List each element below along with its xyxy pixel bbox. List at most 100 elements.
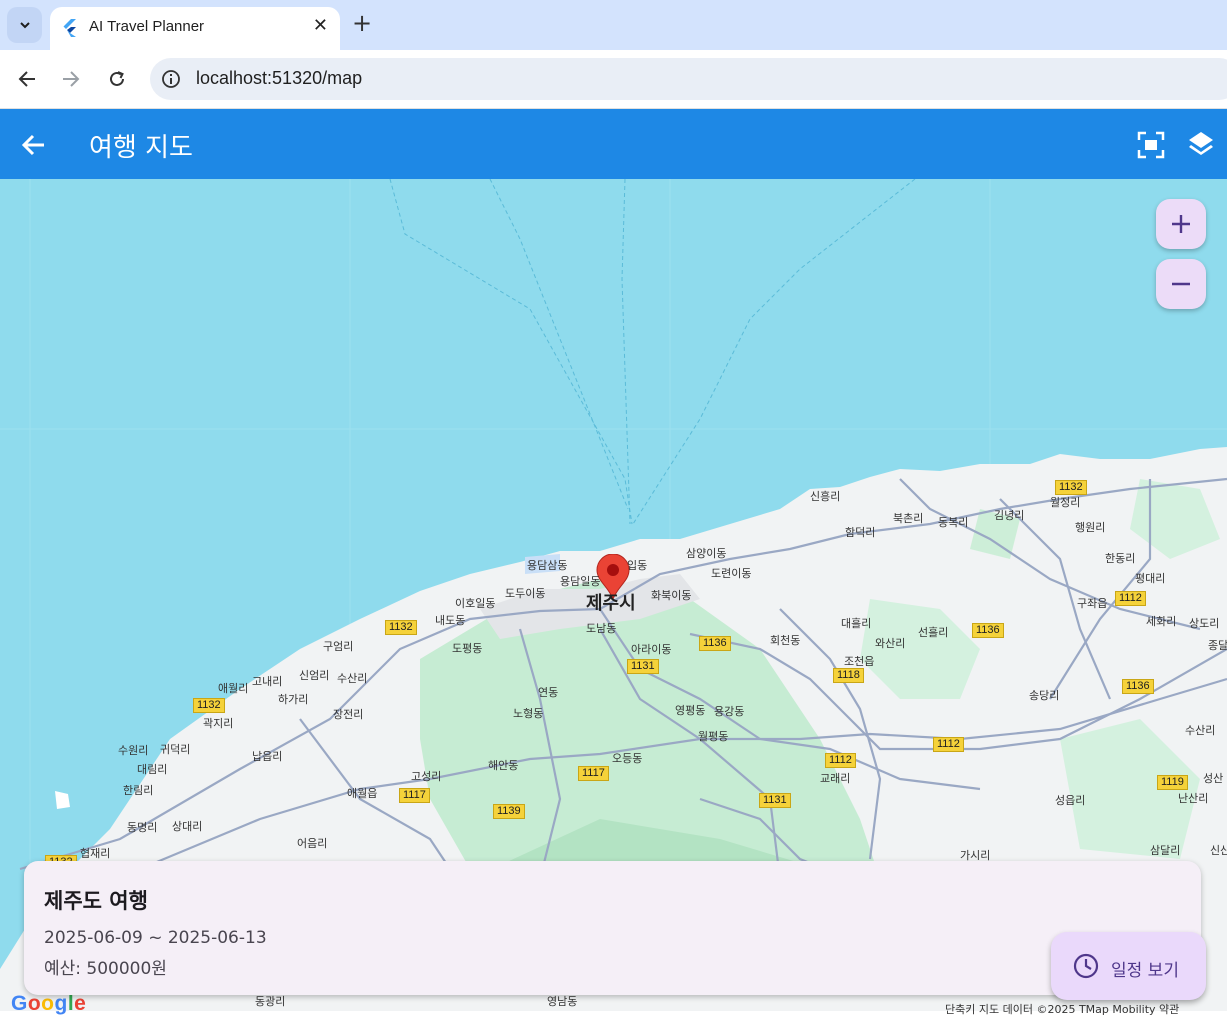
tab-title: AI Travel Planner — [89, 18, 205, 35]
fit-bounds-button[interactable] — [1137, 131, 1165, 159]
place-label: 삼달리 — [1150, 844, 1181, 857]
place-label: 용강동 — [714, 705, 745, 718]
place-label: 아라이동 — [631, 643, 672, 656]
clock-icon — [1073, 953, 1099, 979]
place-label: 구좌읍 — [1077, 597, 1108, 610]
place-label: 고성리 — [411, 770, 442, 783]
minus-icon — [1172, 282, 1190, 286]
place-label: 하가리 — [278, 693, 309, 706]
place-label: 난산리 — [1178, 792, 1209, 805]
place-label: 와산리 — [875, 637, 906, 650]
place-label: 삼양이동 — [686, 547, 727, 560]
place-label: 수산리 — [1185, 724, 1216, 737]
place-label: 납읍리 — [252, 750, 283, 763]
place-label: 월평동 — [698, 730, 729, 743]
new-tab-button[interactable]: + — [352, 11, 372, 35]
place-label: 연동 — [538, 686, 559, 699]
arrow-right-icon — [63, 71, 80, 87]
map-attribution[interactable]: 단축키 지도 데이터 ©2025 TMap Mobility 약관 — [945, 1001, 1179, 1017]
place-label: 평대리 — [1135, 572, 1166, 585]
place-label: 동복리 — [938, 516, 969, 529]
layers-icon — [1189, 132, 1213, 155]
place-label: 성산 — [1203, 772, 1224, 785]
place-label: 영평동 — [675, 704, 706, 717]
route-shield: 1132 — [193, 698, 225, 713]
trip-title: 제주도 여행 — [44, 889, 148, 913]
place-label: 월정리 — [1050, 496, 1081, 509]
route-shield: 1136 — [1122, 679, 1154, 694]
browser-tab[interactable]: AI Travel Planner ✕ — [50, 7, 340, 50]
place-label: 한동리 — [1105, 552, 1136, 565]
place-label: 이호일동 — [455, 597, 496, 610]
place-label: 송당리 — [1029, 689, 1060, 702]
browser-tab-strip: AI Travel Planner ✕ + — [0, 0, 1227, 50]
place-label: 북촌리 — [893, 512, 924, 525]
map-layers-button[interactable] — [1187, 130, 1215, 158]
zoom-in-button[interactable] — [1156, 199, 1206, 249]
place-label: 도남동 — [586, 622, 617, 635]
place-label: 수산리 — [337, 672, 368, 685]
chevron-down-icon — [19, 22, 30, 29]
place-label: 구엄리 — [323, 640, 354, 653]
place-label: 종달 — [1208, 639, 1227, 652]
back-button[interactable] — [14, 66, 40, 92]
url-text: localhost:51320/map — [196, 68, 363, 88]
place-label: 신산 — [1210, 844, 1227, 857]
place-label: 장전리 — [333, 708, 364, 721]
browser-toolbar: localhost:51320/map — [0, 50, 1227, 109]
place-label: 용담삼동 — [527, 559, 568, 572]
place-label: 도평동 — [452, 642, 483, 655]
arrow-left-icon — [18, 71, 35, 87]
route-shield: 1131 — [759, 793, 791, 808]
trip-info-card: 제주도 여행 2025-06-09 ~ 2025-06-13 예산: 50000… — [24, 861, 1201, 995]
place-label: 애월리 — [218, 682, 249, 695]
zoom-out-button[interactable] — [1156, 259, 1206, 309]
place-label: 조천읍 — [844, 655, 875, 668]
place-label: 노형동 — [513, 707, 544, 720]
place-label: 입동 — [627, 559, 648, 572]
place-label: 신엄리 — [299, 669, 330, 682]
place-label: 김녕리 — [994, 509, 1025, 522]
place-label: 곽지리 — [203, 717, 234, 730]
place-label: 행원리 — [1075, 521, 1106, 534]
reload-icon — [110, 71, 124, 86]
place-label: 신흥리 — [810, 490, 841, 503]
place-label: 동광리 — [255, 995, 286, 1008]
place-label: 함덕리 — [845, 526, 876, 539]
tab-search-button[interactable] — [7, 7, 42, 43]
view-schedule-button[interactable]: 일정 보기 — [1051, 932, 1206, 1000]
forward-button[interactable] — [58, 66, 84, 92]
plus-icon — [1172, 215, 1190, 233]
place-label: 용담일동 — [560, 575, 601, 588]
route-shield: 1132 — [385, 620, 417, 635]
place-label: 수원리 — [118, 744, 149, 757]
place-label: 상대리 — [172, 820, 203, 833]
google-logo: Google — [11, 992, 87, 1015]
place-label: 대림리 — [137, 763, 168, 776]
place-label: 귀덕리 — [160, 743, 191, 756]
reload-button[interactable] — [104, 66, 130, 92]
place-label: 어음리 — [297, 837, 328, 850]
place-label: 회천동 — [770, 634, 801, 647]
flutter-icon — [63, 19, 76, 37]
address-bar[interactable]: localhost:51320/map — [150, 58, 1227, 100]
route-shield: 1112 — [825, 753, 856, 768]
route-shield: 1136 — [972, 623, 1004, 638]
place-label: 해안동 — [488, 759, 519, 772]
route-shield: 1131 — [627, 659, 659, 674]
route-shield: 1117 — [399, 788, 430, 803]
city-label: 제주시 — [586, 593, 636, 614]
route-shield: 1139 — [493, 804, 525, 819]
place-label: 성읍리 — [1055, 794, 1086, 807]
place-label: 오등동 — [612, 752, 643, 765]
place-label: 동명리 — [127, 821, 158, 834]
app-bar: 여행 지도 — [0, 109, 1227, 179]
info-icon[interactable] — [161, 69, 181, 89]
tab-close-button[interactable]: ✕ — [313, 15, 328, 36]
back-nav-button[interactable] — [20, 131, 48, 159]
place-label: 상도리 — [1189, 617, 1220, 630]
place-label: 내도동 — [435, 614, 466, 627]
place-label: 애월읍 — [347, 787, 378, 800]
view-schedule-label: 일정 보기 — [1111, 961, 1179, 981]
route-shield: 1136 — [699, 636, 731, 651]
